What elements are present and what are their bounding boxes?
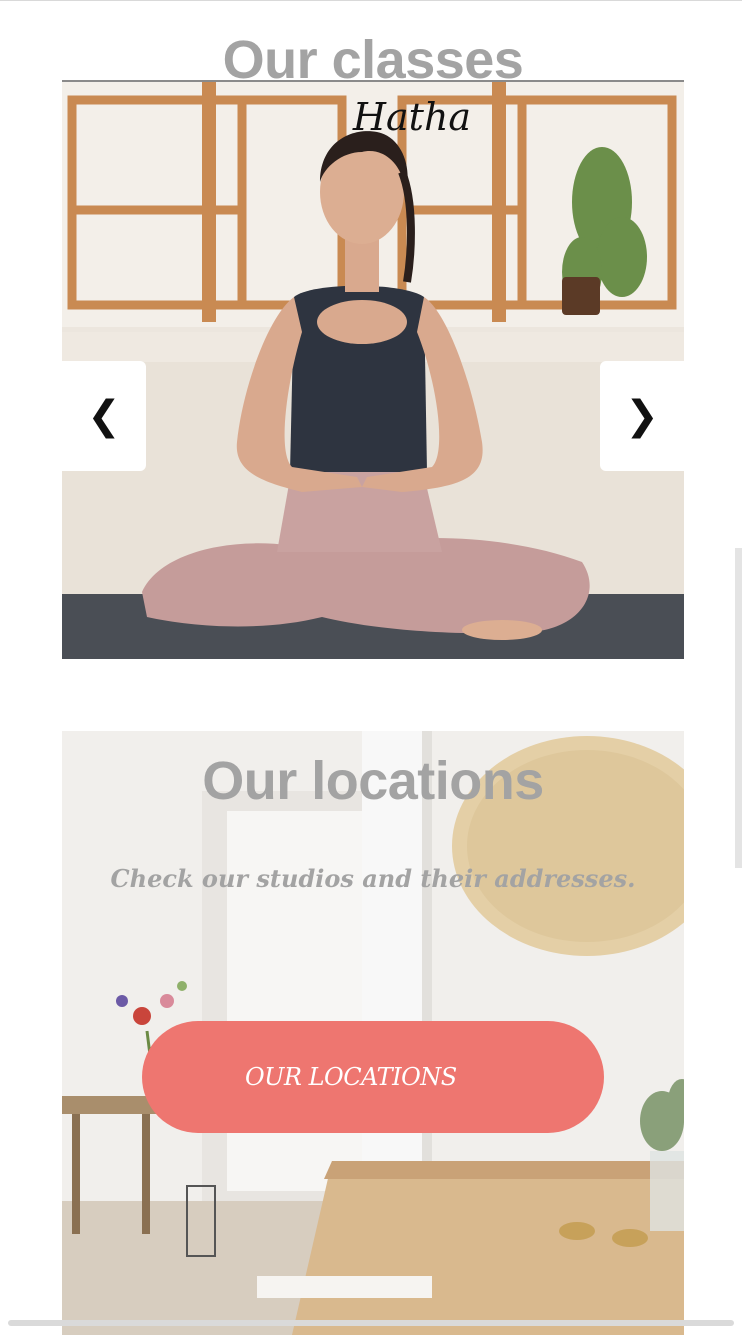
our-locations-button[interactable]: OUR LOCATIONS [142, 1021, 604, 1133]
bottom-scroll-indicator [8, 1320, 734, 1326]
hatha-slide-image [62, 82, 684, 659]
scrollbar-thumb[interactable] [735, 548, 742, 868]
locations-section: Our locations Check our studios and thei… [62, 731, 684, 1335]
carousel-next-button[interactable]: ❯ [600, 361, 684, 471]
slide-caption: Hatha [352, 95, 472, 139]
top-divider [0, 0, 742, 1]
classes-carousel[interactable]: Hatha ❮ ❯ [62, 82, 684, 659]
locations-heading: Our locations [202, 751, 544, 811]
locations-subtitle: Check our studios and their addresses. [110, 864, 636, 893]
carousel-prev-button[interactable]: ❮ [62, 361, 146, 471]
chevron-left-icon: ❮ [87, 393, 121, 439]
chevron-right-icon: ❯ [625, 393, 659, 439]
